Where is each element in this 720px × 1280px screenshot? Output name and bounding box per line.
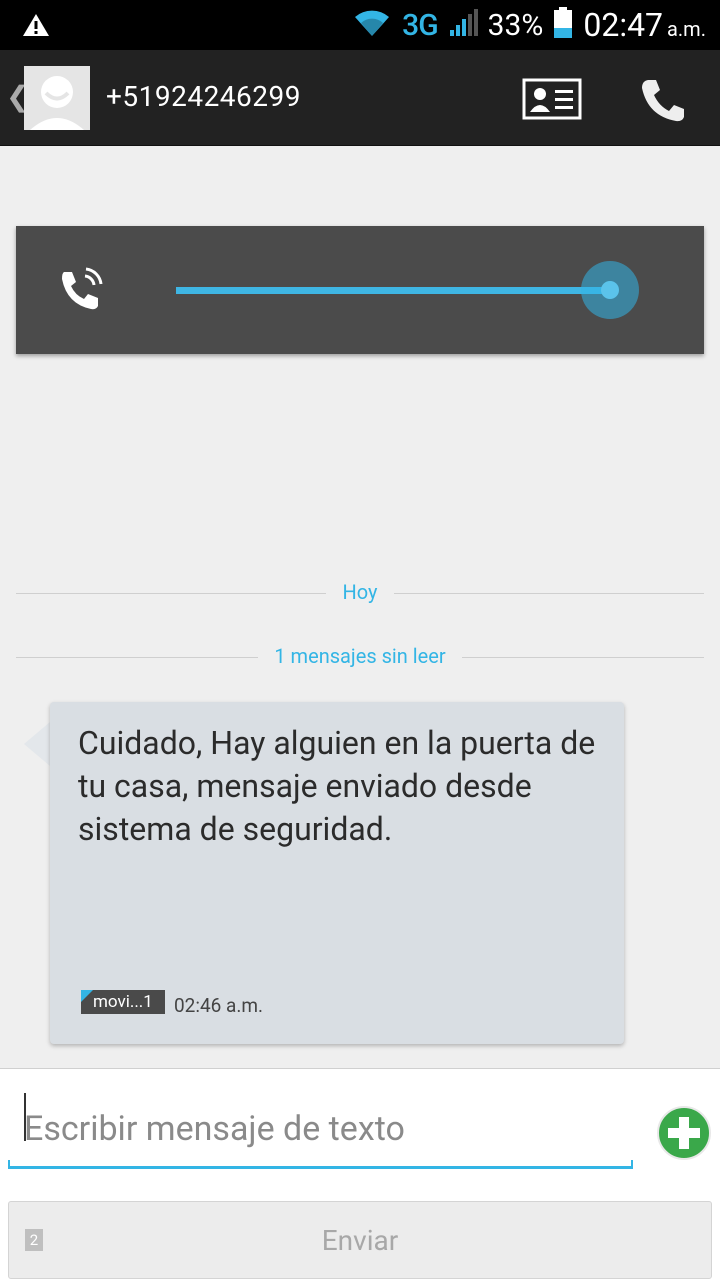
wifi-icon — [352, 8, 392, 42]
message-timestamp: 02:46 a.m. — [174, 994, 264, 1017]
date-divider: Hoy — [16, 580, 704, 608]
message-bubble[interactable]: Cuidado, Hay alguien en la puerta de tu … — [50, 702, 624, 1044]
status-bar: 3G 33% 02:47 a.m. — [0, 0, 720, 50]
send-button[interactable]: 2 Enviar — [8, 1201, 712, 1279]
volume-slider-track[interactable] — [176, 287, 610, 294]
clock-time: 02:47 — [583, 6, 664, 44]
network-type: 3G — [402, 7, 438, 43]
unread-divider-label: 1 mensajes sin leer — [274, 644, 446, 668]
volume-slider-thumb-center[interactable] — [601, 281, 619, 299]
warning-icon — [22, 12, 50, 42]
message-text: Cuidado, Hay alguien en la puerta de tu … — [78, 724, 596, 848]
contact-card-icon[interactable] — [522, 78, 582, 124]
sim-badge-label: movi...1 — [93, 992, 153, 1012]
signal-icon — [448, 8, 478, 42]
send-button-label: Enviar — [321, 1224, 399, 1257]
unread-divider: 1 mensajes sin leer — [16, 644, 704, 672]
compose-area: 2 Enviar — [0, 1068, 720, 1280]
date-divider-label: Hoy — [342, 580, 378, 604]
sim-badge: movi...1 — [81, 990, 165, 1014]
phone-call-icon[interactable] — [638, 76, 688, 128]
call-volume-panel — [16, 226, 704, 354]
input-underline — [8, 1160, 633, 1169]
text-cursor — [24, 1093, 26, 1141]
battery-percent: 33% — [487, 7, 544, 43]
call-volume-icon — [58, 266, 106, 318]
clock-ampm: a.m. — [667, 17, 706, 41]
add-attachment-icon[interactable] — [656, 1105, 712, 1165]
message-input[interactable] — [8, 1087, 633, 1171]
contact-avatar[interactable] — [24, 66, 90, 130]
message-bubble-tail — [24, 722, 50, 766]
action-bar: ❮ +51924246299 — [0, 50, 720, 146]
battery-icon — [553, 7, 573, 43]
conversation-title: +51924246299 — [106, 80, 301, 113]
